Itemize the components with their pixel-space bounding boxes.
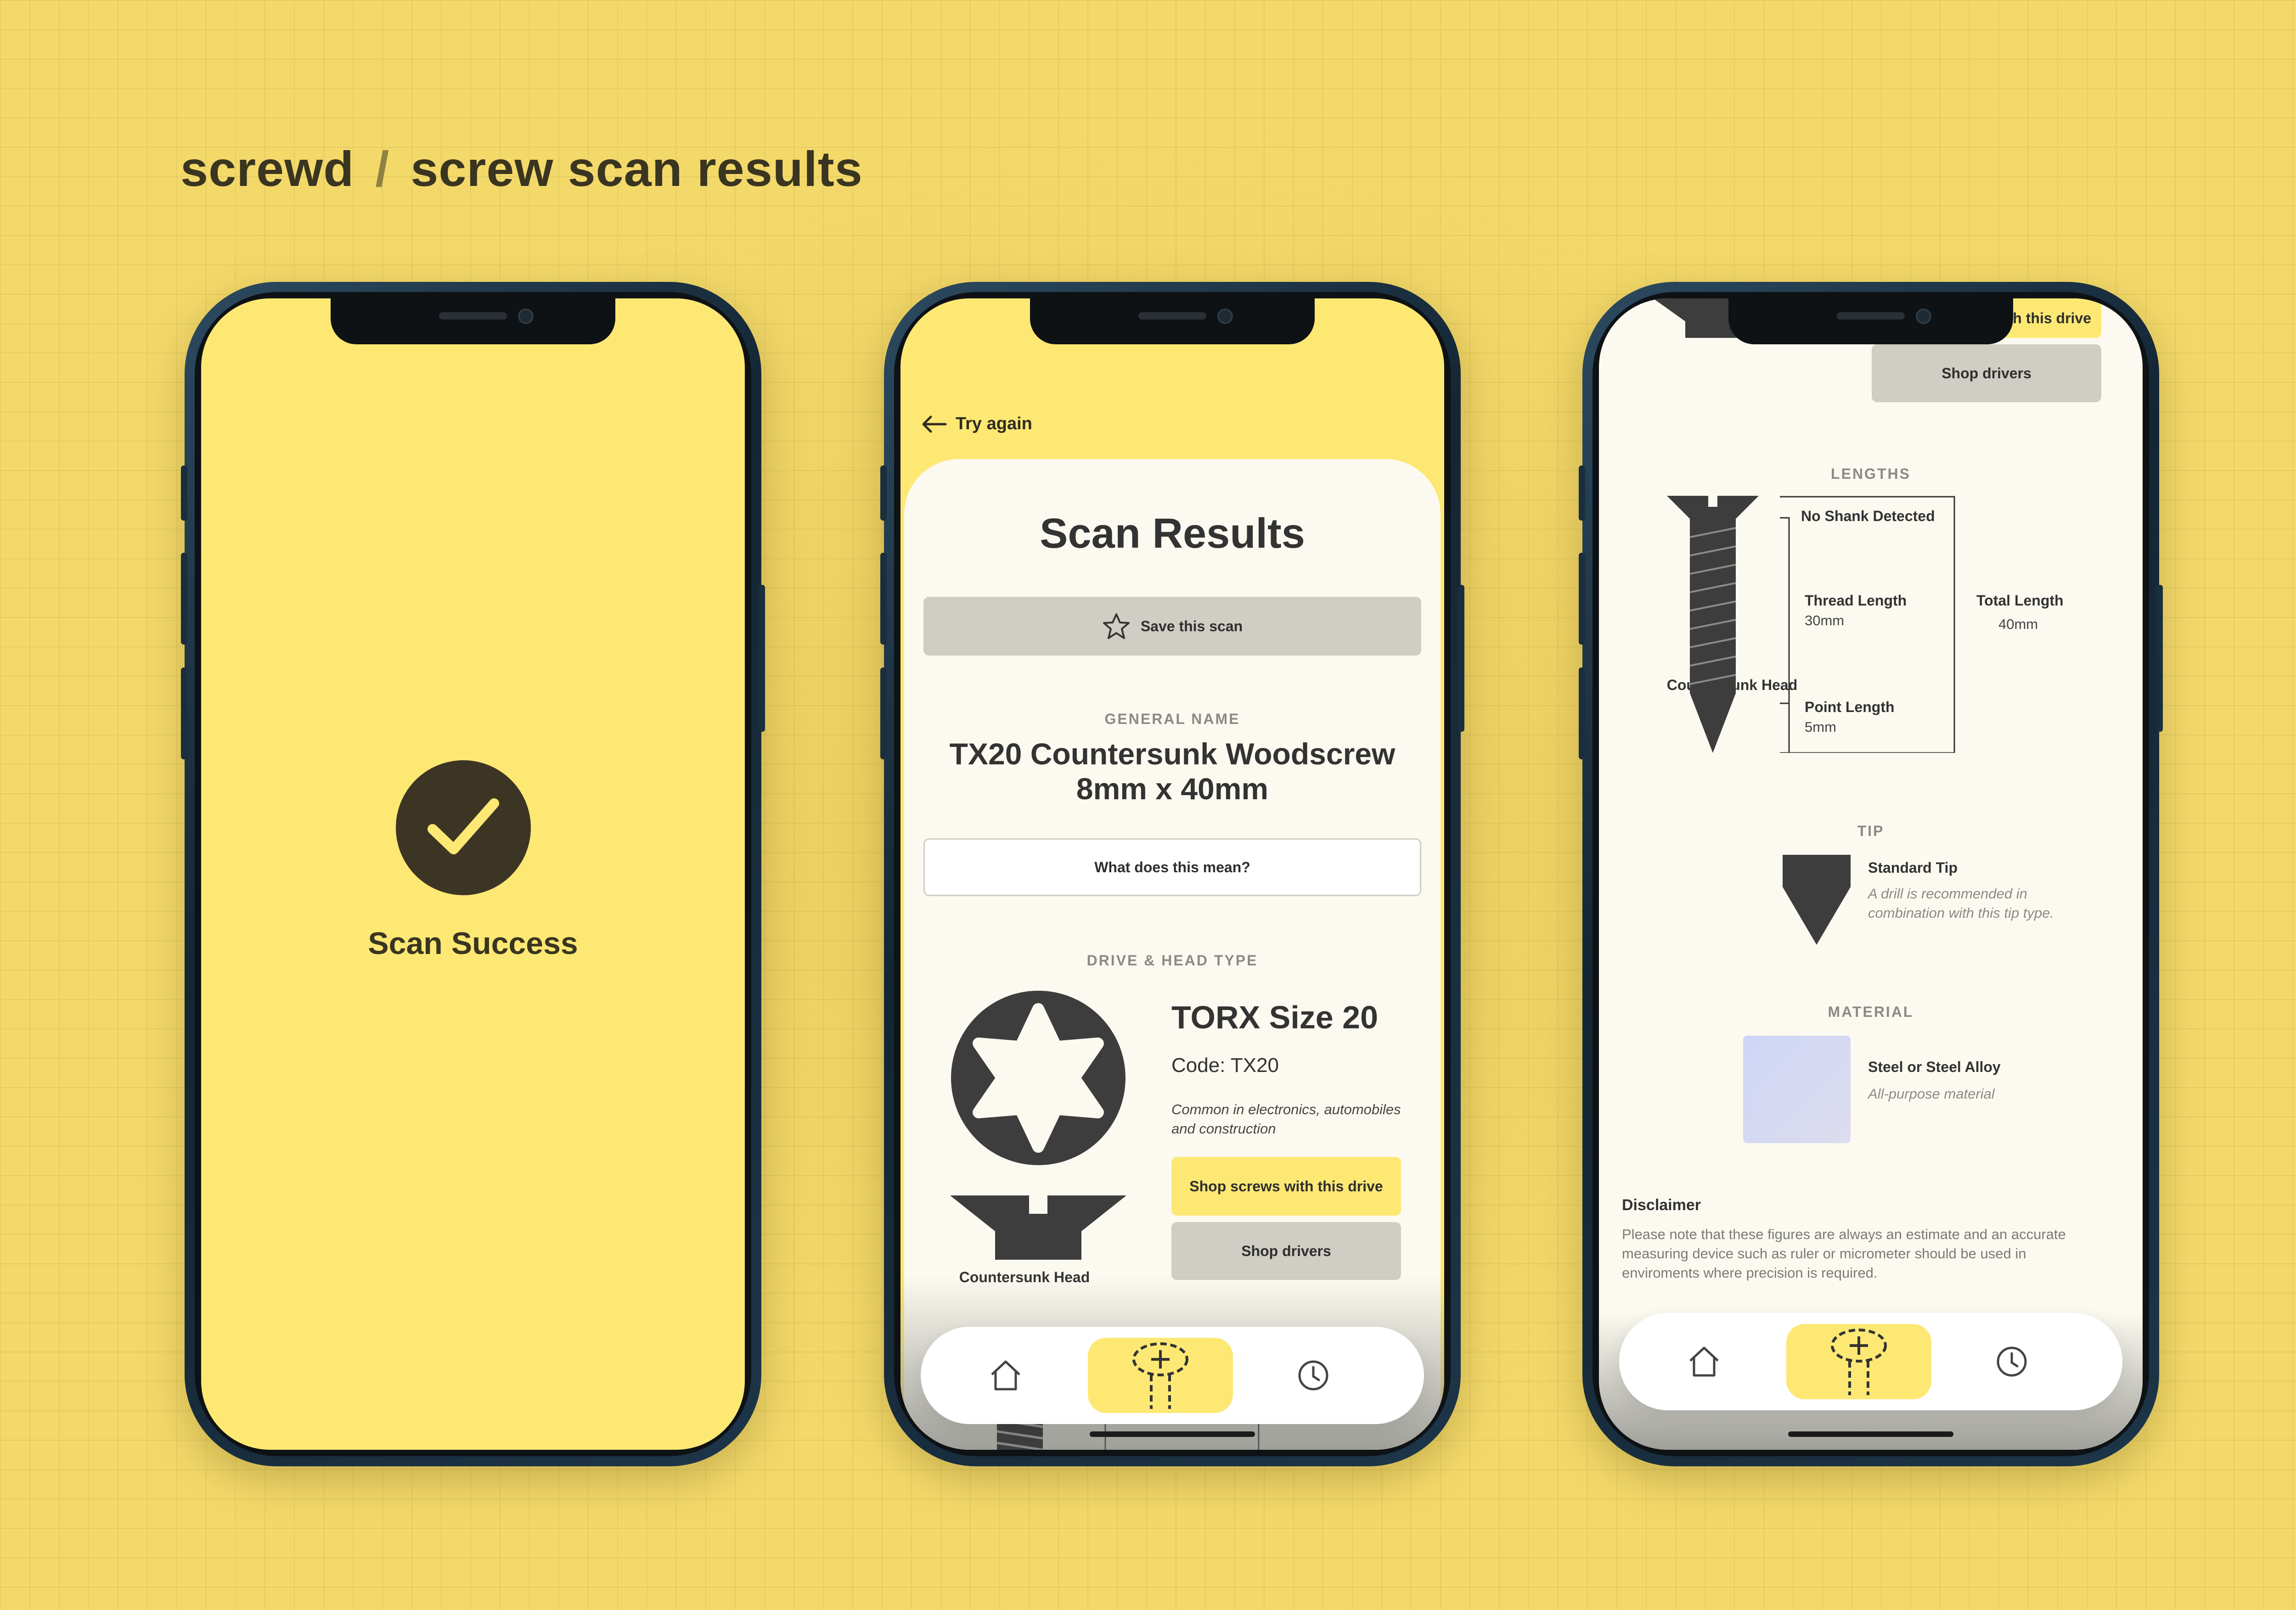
brand-name: screwd xyxy=(180,141,355,196)
try-again-label: Try again xyxy=(956,414,1032,433)
scan-icon xyxy=(1132,1342,1188,1409)
what-does-this-mean-button[interactable]: What does this mean? xyxy=(923,838,1421,896)
mute-switch xyxy=(880,466,887,521)
volume-down-button xyxy=(880,668,887,759)
screen: Scan Success xyxy=(201,298,745,1450)
material-swatch xyxy=(1743,1036,1851,1143)
home-indicator[interactable] xyxy=(1788,1431,1953,1437)
drive-title: TORX Size 20 xyxy=(1171,999,1379,1035)
star-icon xyxy=(1103,613,1130,639)
tab-home[interactable] xyxy=(971,1340,1040,1411)
tab-bar xyxy=(1619,1313,2122,1410)
screen: Countersunk Head th this drive Shop driv… xyxy=(1599,298,2143,1450)
point-length-label: Point Length xyxy=(1805,699,1895,715)
phone-scan-details: Countersunk Head th this drive Shop driv… xyxy=(1579,282,2163,1466)
shop-screws-button[interactable]: Shop screws with this drive xyxy=(1171,1157,1401,1216)
volume-up-button xyxy=(1579,553,1585,645)
phone-scan-results: Try again Scan Results Save this scan GE… xyxy=(880,282,1464,1466)
success-check-icon xyxy=(396,760,531,895)
disclaimer-title: Disclaimer xyxy=(1622,1196,1701,1214)
volume-down-button xyxy=(1579,668,1585,759)
total-length-value: 40mm xyxy=(1998,616,2038,632)
shop-screws-label: Shop screws with this drive xyxy=(1189,1178,1383,1195)
save-scan-label: Save this scan xyxy=(1140,617,1243,634)
home-icon xyxy=(991,1360,1020,1391)
power-button xyxy=(2156,585,2163,732)
save-scan-button[interactable]: Save this scan xyxy=(923,597,1421,656)
screw-length-diagram xyxy=(1667,496,1759,753)
scan-success-label: Scan Success xyxy=(368,926,578,961)
general-name-label: GENERAL NAME xyxy=(1104,711,1240,727)
notch xyxy=(1728,298,2013,344)
try-again-button[interactable]: Try again xyxy=(921,414,1032,434)
drive-code: Code: TX20 xyxy=(1171,1054,1279,1077)
volume-down-button xyxy=(181,668,187,759)
history-clock-icon xyxy=(1997,1346,2027,1377)
tab-home[interactable] xyxy=(1670,1326,1739,1397)
results-heading: Scan Results xyxy=(1040,510,1305,557)
shop-drivers-button[interactable]: Shop drivers xyxy=(1872,344,2101,402)
tab-history[interactable] xyxy=(1279,1340,1348,1411)
standard-tip-icon xyxy=(1783,855,1851,945)
camera xyxy=(1217,309,1233,324)
speaker xyxy=(1138,312,1206,320)
torx-drive-icon xyxy=(950,990,1126,1168)
home-indicator[interactable] xyxy=(1090,1431,1255,1437)
what-does-this-mean-label: What does this mean? xyxy=(1094,858,1250,875)
camera xyxy=(1916,309,1931,324)
power-button xyxy=(1458,585,1464,732)
tab-history[interactable] xyxy=(1977,1326,2046,1397)
volume-up-button xyxy=(880,553,887,645)
material-label: MATERIAL xyxy=(1828,1004,1914,1020)
notch xyxy=(331,298,615,344)
tab-bar xyxy=(921,1327,1424,1424)
point-length-value: 5mm xyxy=(1805,719,1836,735)
disclaimer-text: Please note that these figures are alway… xyxy=(1622,1226,2066,1281)
tip-label: TIP xyxy=(1857,823,1885,839)
screen: Try again Scan Results Save this scan GE… xyxy=(900,298,1444,1450)
drive-head-label: DRIVE & HEAD TYPE xyxy=(1086,952,1258,969)
general-name-value: TX20 Countersunk Woodscrew 8mm x 40mm xyxy=(949,737,1396,806)
page-title: screwd / screw scan results xyxy=(180,140,863,197)
countersunk-head-icon xyxy=(950,1195,1126,1267)
speaker xyxy=(439,312,507,320)
tab-scan[interactable] xyxy=(1786,1324,1931,1399)
tip-name: Standard Tip xyxy=(1868,859,1958,876)
thread-length-value: 30mm xyxy=(1805,612,1845,628)
camera xyxy=(518,309,534,324)
volume-up-button xyxy=(181,553,187,645)
drive-description: Common in electronics, automobiles and c… xyxy=(1171,1101,1401,1137)
history-clock-icon xyxy=(1298,1360,1328,1391)
title-separator: / xyxy=(375,141,390,196)
phone-scan-success: Scan Success xyxy=(181,282,765,1466)
speaker xyxy=(1837,312,1905,320)
scan-icon xyxy=(1831,1329,1887,1395)
thread-length-label: Thread Length xyxy=(1805,592,1907,609)
material-name: Steel or Steel Alloy xyxy=(1868,1059,2001,1075)
material-description: All-purpose material xyxy=(1868,1086,1995,1102)
shop-screws-label-partial: th this drive xyxy=(2008,310,2091,326)
power-button xyxy=(759,585,765,732)
tab-scan[interactable] xyxy=(1088,1338,1233,1413)
page-subtitle: screw scan results xyxy=(411,141,863,196)
shop-drivers-label: Shop drivers xyxy=(1241,1242,1331,1259)
shop-drivers-button[interactable]: Shop drivers xyxy=(1171,1222,1401,1280)
home-icon xyxy=(1689,1346,1719,1377)
no-shank-label: No Shank Detected xyxy=(1801,508,1935,524)
shop-drivers-label: Shop drivers xyxy=(1941,365,2032,381)
arrow-left-icon xyxy=(922,415,947,432)
mute-switch xyxy=(181,466,187,521)
lengths-label: LENGTHS xyxy=(1831,466,1911,482)
notch xyxy=(1030,298,1315,344)
tip-description: A drill is recommended in combination wi… xyxy=(1868,886,2054,921)
mute-switch xyxy=(1579,466,1585,521)
total-length-label: Total Length xyxy=(1976,592,2064,609)
